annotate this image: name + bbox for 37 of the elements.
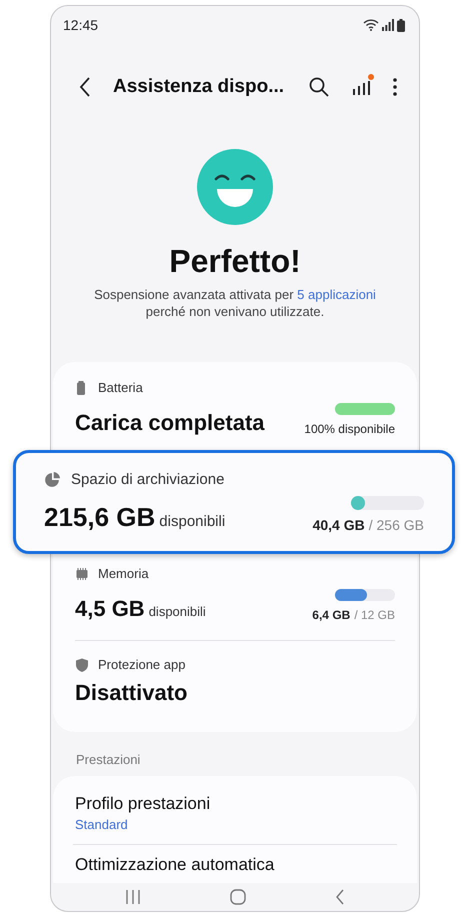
- more-options-icon[interactable]: [393, 78, 397, 96]
- status-message: Sospensione avanzata attivata per 5 applicazioni perché non venivano utilizzate.: [93, 286, 377, 320]
- card-value: Disattivato: [75, 680, 188, 706]
- card-value: Carica completata: [75, 410, 265, 436]
- setting-value: Standard: [75, 817, 129, 832]
- used-amount: 6,4 GB: [312, 608, 350, 622]
- signal-icon: [382, 19, 394, 31]
- pie-chart-icon: [44, 472, 60, 488]
- setting-title[interactable]: Profilo prestazioni: [75, 794, 395, 814]
- card-label: Batteria: [98, 380, 143, 395]
- home-icon[interactable]: [230, 889, 246, 905]
- card-value: 4,5 GB: [75, 596, 145, 622]
- card-label: Protezione app: [98, 657, 186, 672]
- page-title: Assistenza dispo...: [113, 76, 286, 98]
- card-label: Spazio di archiviazione: [71, 471, 224, 488]
- setting-title[interactable]: Ottimizzazione automatica: [75, 855, 395, 875]
- section-heading: Prestazioni: [76, 752, 142, 767]
- back-icon[interactable]: [79, 77, 91, 97]
- usage-reading: 100% disponibile: [304, 422, 395, 436]
- card-label: Memoria: [98, 566, 149, 581]
- battery-icon: [397, 18, 405, 32]
- unit-label: disponibili: [148, 604, 206, 619]
- unit-label: disponibili: [159, 513, 226, 530]
- applications-link[interactable]: 5 applicazioni: [297, 287, 376, 302]
- shield-icon: [75, 658, 89, 672]
- search-icon[interactable]: [309, 77, 329, 97]
- total-amount: / 256 GB: [368, 517, 424, 533]
- wifi-icon: [363, 19, 379, 31]
- storage-card[interactable]: Spazio di archiviazione 215,6 GB disponibili 40,4 GB / 256 GB: [13, 450, 455, 554]
- card-value: 215,6 GB: [44, 502, 156, 533]
- recent-apps-icon[interactable]: [125, 890, 142, 904]
- chip-icon: [75, 566, 89, 580]
- clock: 12:45: [63, 17, 98, 33]
- status-heading: Perfetto!: [169, 243, 301, 280]
- smiling-face-icon: [197, 149, 273, 225]
- used-amount: 40,4 GB: [312, 517, 365, 533]
- total-amount: / 12 GB: [354, 608, 395, 622]
